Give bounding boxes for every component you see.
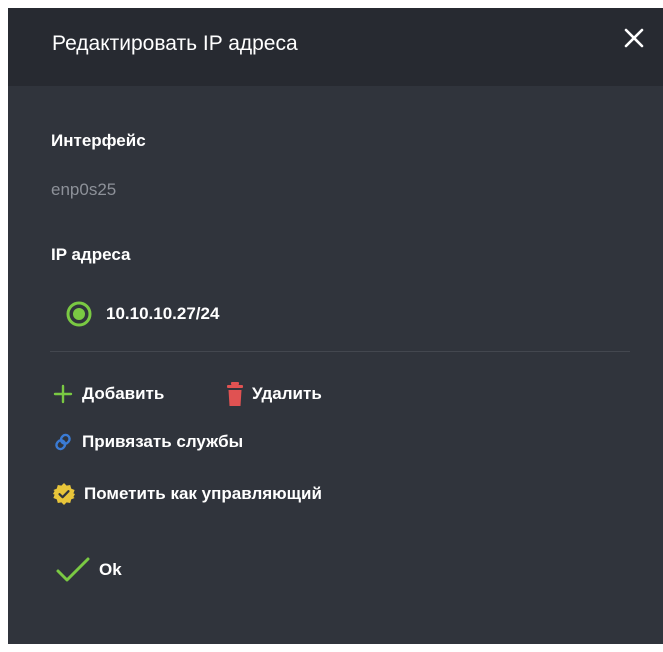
edit-ip-dialog: Редактировать IP адреса Интерфейс enp0s2… xyxy=(8,8,663,644)
add-button[interactable]: Добавить xyxy=(52,380,164,408)
bind-services-button[interactable]: Привязать службы xyxy=(52,428,243,456)
ip-address-value: 10.10.10.27/24 xyxy=(106,304,220,323)
ip-address-option[interactable]: 10.10.10.27/24 xyxy=(66,298,219,330)
checkmark-icon xyxy=(55,556,91,584)
radio-selected-icon[interactable] xyxy=(66,301,92,327)
trash-icon xyxy=(226,381,244,407)
interface-value: enp0s25 xyxy=(51,180,117,199)
close-icon[interactable] xyxy=(620,24,648,52)
dialog-header: Редактировать IP адреса xyxy=(8,8,663,86)
ok-button-label: Ok xyxy=(99,560,122,579)
mark-manager-label: Пометить как управляющий xyxy=(84,484,322,503)
add-button-label: Добавить xyxy=(82,384,165,403)
divider xyxy=(50,351,630,352)
ok-button[interactable]: Ok xyxy=(55,556,122,584)
link-icon xyxy=(52,430,74,454)
mark-manager-button[interactable]: Пометить как управляющий xyxy=(52,480,322,508)
delete-button-label: Удалить xyxy=(252,384,322,403)
bind-services-label: Привязать службы xyxy=(82,432,244,451)
dialog-title: Редактировать IP адреса xyxy=(52,32,298,55)
ip-addresses-label: IP адреса xyxy=(51,245,131,264)
badge-check-icon xyxy=(52,482,76,506)
interface-label: Интерфейс xyxy=(51,131,146,150)
delete-button[interactable]: Удалить xyxy=(226,380,322,408)
plus-icon xyxy=(52,383,74,405)
